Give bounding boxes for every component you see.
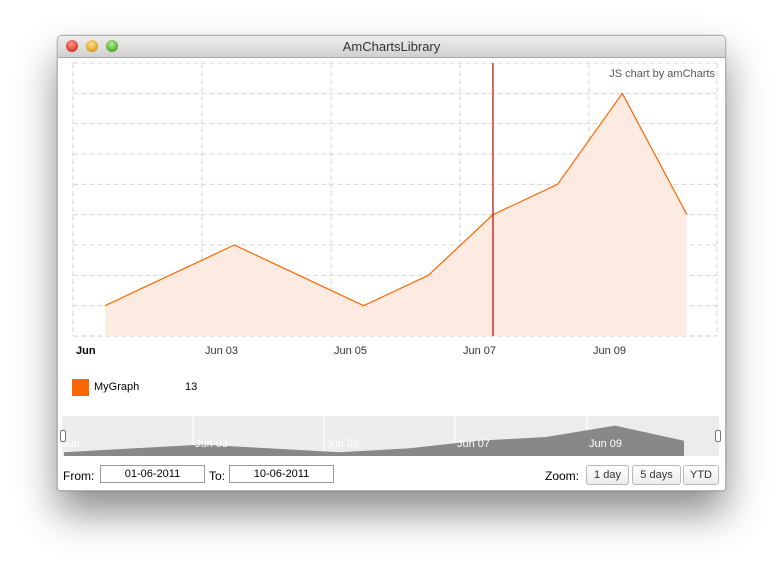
x-axis-label: Jun 09 (593, 345, 627, 357)
x-axis-label: Jun 05 (334, 345, 368, 357)
scrollbar-date-label: Jun 05 (326, 438, 360, 450)
app-window: AmChartsLibrary JS chart by amCharts Jun… (57, 35, 726, 491)
zoom-label: Zoom: (545, 469, 580, 483)
from-date-input[interactable] (100, 465, 205, 483)
amcharts-credit[interactable]: JS chart by amCharts (609, 68, 715, 80)
x-axis-label: Jun (76, 345, 96, 357)
scrollbar-date-label: Jun 03 (195, 438, 229, 450)
zoom-1-day-button[interactable]: 1 day (586, 465, 629, 485)
zoom-ytd-button[interactable]: YTD (683, 465, 719, 485)
title-bar: AmChartsLibrary (58, 36, 725, 58)
window-title: AmChartsLibrary (342, 39, 441, 54)
area-chart[interactable] (58, 58, 725, 358)
period-controls: From: To: Zoom: 1 day 5 days YTD (58, 462, 725, 488)
scrollbar-right-grip[interactable] (715, 430, 721, 442)
scrollbar-preview (64, 416, 684, 456)
to-date-input[interactable] (229, 465, 334, 483)
chart-scrollbar[interactable]: Jun Jun 03 Jun 05 Jun 07 Jun 09 (60, 416, 721, 456)
legend-series-name: MyGraph (94, 381, 140, 393)
zoom-5-days-button[interactable]: 5 days (632, 465, 681, 485)
x-axis-label: Jun 03 (205, 345, 239, 357)
to-label: To: (209, 469, 226, 483)
from-label: From: (63, 469, 95, 483)
legend-series-value: 13 (185, 381, 198, 393)
scrollbar-date-label: Jun 07 (457, 438, 491, 450)
legend-swatch[interactable] (72, 379, 89, 396)
scrollbar-date-label: Jun 09 (589, 438, 623, 450)
scrollbar-left-grip[interactable] (60, 430, 66, 442)
x-axis-label: Jun 07 (463, 345, 497, 357)
